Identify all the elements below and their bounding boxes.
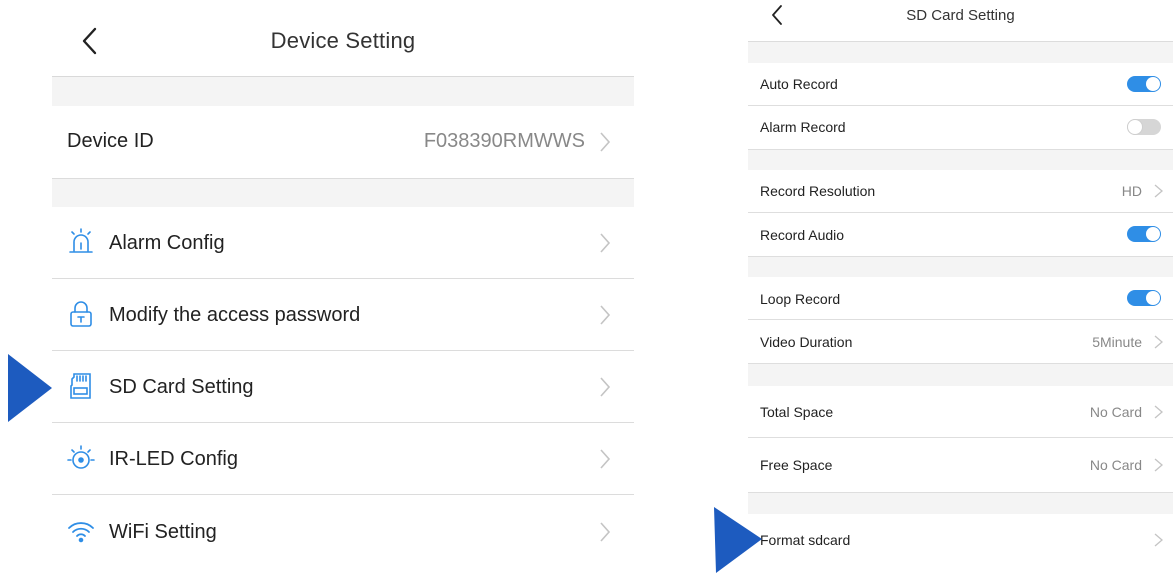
chevron-right-icon [600,522,611,542]
header: Device Setting [52,0,634,77]
total-space-label: Total Space [760,404,834,420]
pointer-arrow-icon [714,507,762,573]
section-gap [748,364,1173,386]
chevron-right-icon [1154,405,1163,419]
menu-item-label: IR-LED Config [109,448,238,470]
section-gap [748,257,1173,277]
section-gap [52,77,634,106]
record-resolution-row[interactable]: Record Resolution HD [748,170,1173,213]
menu-item-alarm-config[interactable]: Alarm Config [52,207,634,279]
total-space-row[interactable]: Total Space No Card [748,386,1173,438]
chevron-right-icon [600,305,611,325]
chevron-right-icon [600,233,611,253]
chevron-right-icon [600,449,611,469]
wifi-icon [68,522,94,543]
video-duration-row[interactable]: Video Duration 5Minute [748,320,1173,364]
menu-item-label: SD Card Setting [109,376,254,398]
chevron-right-icon [600,132,611,152]
video-duration-value: 5Minute [1092,334,1142,350]
alarm-icon [69,228,93,253]
header: SD Card Setting [748,0,1173,42]
total-space-value: No Card [1089,404,1142,420]
record-audio-label: Record Audio [760,227,845,243]
menu-item-label: Modify the access password [109,304,361,326]
page-title: SD Card Setting [906,7,1015,24]
page-title: Device Setting [270,28,416,53]
record-audio-row: Record Audio [748,213,1173,257]
sd-card-setting-screen: SD Card Setting Auto Record Alarm Record… [748,0,1173,573]
menu-item-modify-password[interactable]: Modify the access password [52,279,634,351]
pointer-arrow-icon [8,354,52,422]
record-resolution-value: HD [1121,183,1142,199]
menu-item-label: WiFi Setting [109,521,217,543]
format-sdcard-row[interactable]: Format sdcard [748,514,1173,573]
free-space-value: No Card [1089,457,1142,473]
device-id-value: F038390RMWWS [423,130,585,152]
free-space-row[interactable]: Free Space No Card [748,438,1173,493]
menu-item-sd-card-setting[interactable]: SD Card Setting [52,351,634,423]
menu-item-ir-led-config[interactable]: IR-LED Config [52,423,634,495]
ir-led-icon [67,445,95,469]
chevron-right-icon [600,377,611,397]
section-gap [748,42,1173,63]
chevron-right-icon [1154,533,1163,547]
section-gap [748,150,1173,170]
loop-record-toggle[interactable] [1127,290,1161,306]
record-resolution-label: Record Resolution [760,183,876,199]
chevron-right-icon [1154,335,1163,349]
format-sdcard-label: Format sdcard [760,532,851,548]
lock-icon [70,301,92,327]
device-id-label: Device ID [67,130,154,152]
section-gap [52,179,634,207]
alarm-record-label: Alarm Record [760,119,846,135]
menu-item-label: Alarm Config [109,232,225,254]
menu-item-wifi-setting[interactable]: WiFi Setting [52,495,634,573]
device-id-row[interactable]: Device ID F038390RMWWS [52,106,634,179]
section-gap [748,493,1173,514]
record-audio-toggle[interactable] [1127,226,1161,242]
alarm-record-toggle[interactable] [1127,119,1161,135]
auto-record-toggle[interactable] [1127,76,1161,92]
free-space-label: Free Space [760,457,833,473]
device-setting-screen: Device Setting Device ID F038390RMWWS Al… [52,0,634,573]
video-duration-label: Video Duration [760,334,853,350]
loop-record-row: Loop Record [748,277,1173,320]
auto-record-row: Auto Record [748,63,1173,106]
auto-record-label: Auto Record [760,76,838,92]
alarm-record-row: Alarm Record [748,106,1173,150]
loop-record-label: Loop Record [760,291,841,307]
chevron-right-icon [1154,184,1163,198]
sd-card-icon [70,373,91,399]
chevron-right-icon [1154,458,1163,472]
